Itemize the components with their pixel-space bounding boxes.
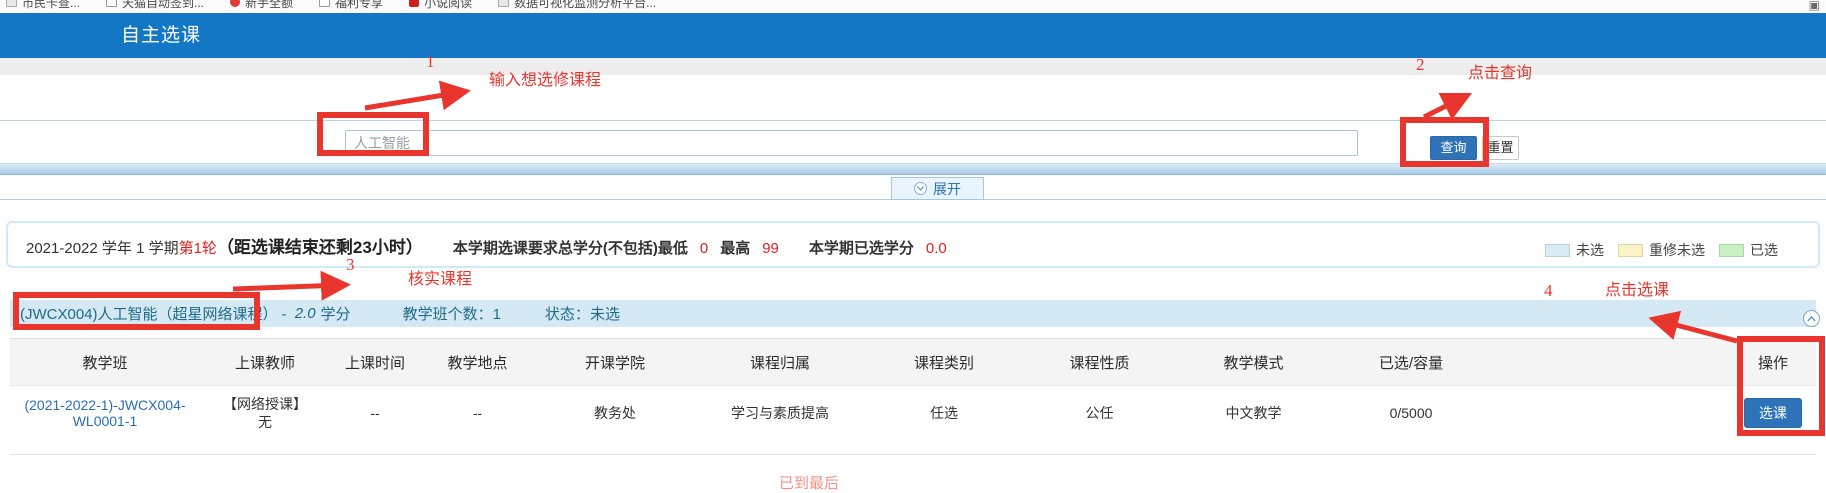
annotation-label-3: 核实课程 (408, 265, 472, 289)
course-search-input[interactable] (345, 130, 1358, 156)
selected-credit-label: 本学期已选学分 (809, 237, 914, 258)
annotation-arrow-3 (233, 285, 342, 289)
bookmark-item[interactable]: 天猫自动签到... (106, 0, 204, 11)
collapse-course-button[interactable] (1803, 310, 1820, 327)
course-status: 状态：未选 (545, 303, 620, 324)
bookmark-label: 市民卡查... (22, 0, 80, 11)
annotation-step-number-4: 4 (1544, 281, 1553, 301)
browser-bookmarks-bar: 市民卡查... 天猫自动签到... 新手全额 福利专享 小说阅读 数据可视化监测… (0, 0, 1826, 13)
page-icon (6, 0, 17, 7)
bookmark-label: 数据可视化监测分析平台... (514, 0, 656, 11)
folder-icon (319, 0, 330, 7)
header-course-category: 课程类别 (865, 339, 1023, 386)
annotation-label-4: 点击选课 (1605, 276, 1669, 300)
legend-swatch-selected (1719, 244, 1744, 257)
course-class-count: 教学班个数：1 (403, 303, 501, 324)
course-status-value: 未选 (590, 306, 620, 323)
page-icon (498, 0, 509, 7)
bookmark-item[interactable]: 小说阅读 (409, 0, 472, 11)
credit-requirement-label: 本学期选课要求总学分(不包括)最低 (453, 237, 688, 258)
course-status-label: 状态： (545, 306, 590, 323)
course-belong-cell: 学习与素质提高 (695, 386, 865, 441)
min-credit-value: 0 (700, 240, 708, 257)
table-row: (2021-2022-1)-JWCX004-WL0001-1 【网络授课】 无 … (10, 386, 1816, 441)
panel-footer-bar (0, 163, 1826, 175)
bookmark-label: 福利专享 (335, 0, 383, 11)
header-course-belong: 课程归属 (695, 339, 865, 386)
chevron-down-icon (914, 182, 927, 195)
course-credit-unit: 学分 (321, 303, 351, 324)
header-college: 开课学院 (535, 339, 695, 386)
header-teacher: 上课教师 (200, 339, 330, 386)
teaching-mode-cell: 中文教学 (1176, 386, 1331, 441)
bookmark-item[interactable]: 福利专享 (319, 0, 383, 11)
legend-label: 未选 (1576, 240, 1604, 260)
legend-item-retake: 重修未选 (1618, 240, 1705, 260)
legend-swatch-unselected (1545, 244, 1570, 257)
table-header-row: 教学班 上课教师 上课时间 教学地点 开课学院 课程归属 课程类别 课程性质 教… (10, 339, 1816, 386)
course-title: (JWCX004)人工智能（超星网络课程） - (20, 303, 287, 324)
browser-menu-icon[interactable]: ▣ (1809, 0, 1820, 12)
course-category-cell: 任选 (865, 386, 1023, 441)
expand-toggle[interactable]: 展开 (891, 177, 984, 200)
course-group-bar[interactable]: (JWCX004)人工智能（超星网络课程） - 2.0 学分 教学班个数：1 状… (10, 300, 1816, 327)
bookmark-item[interactable]: 新手全额 (230, 0, 293, 11)
reset-button[interactable]: 重置 (1482, 136, 1519, 160)
bookmark-label: 小说阅读 (424, 0, 472, 11)
course-credit-value: 2.0 (295, 305, 316, 322)
course-nature-cell: 公任 (1023, 386, 1176, 441)
class-code-link[interactable]: (2021-2022-1)-JWCX004-WL0001-1 (24, 397, 185, 429)
header-capacity: 已选/容量 (1331, 339, 1491, 386)
teaching-class-table: 教学班 上课教师 上课时间 教学地点 开课学院 课程归属 课程类别 课程性质 教… (10, 338, 1816, 440)
legend-label: 重修未选 (1649, 240, 1705, 260)
max-credit-label: 最高 (720, 237, 750, 258)
round-label: 第1轮 (179, 237, 217, 258)
end-of-list-text: 已到最后 (779, 472, 839, 493)
bookmark-item[interactable]: 数据可视化监测分析平台... (498, 0, 656, 11)
header-teaching-mode: 教学模式 (1176, 339, 1331, 386)
legend-item-selected: 已选 (1719, 240, 1778, 260)
bookmark-label: 天猫自动签到... (122, 0, 204, 11)
section-bottom-divider (10, 454, 1816, 455)
select-course-button[interactable]: 选课 (1744, 398, 1802, 428)
deadline-text: （距选课结束还剩23小时） (217, 233, 423, 258)
app-header (0, 13, 1826, 58)
query-button[interactable]: 查询 (1430, 136, 1477, 160)
legend-item-unselected: 未选 (1545, 240, 1604, 260)
location-cell: -- (420, 386, 535, 441)
header-course-nature: 课程性质 (1023, 339, 1176, 386)
status-legend: 未选 重修未选 已选 (1545, 240, 1778, 260)
header-action: 操作 (1730, 339, 1816, 386)
term-label: 2021-2022 学年 1 学期 (26, 237, 179, 258)
teacher-name: 无 (201, 413, 329, 431)
page-title: 自主选课 (121, 13, 201, 58)
class-count-value: 1 (493, 306, 501, 323)
class-time-cell: -- (330, 386, 420, 441)
bookmark-item[interactable]: 市民卡查... (6, 0, 80, 11)
legend-swatch-retake (1618, 244, 1643, 257)
header-spacer (1491, 339, 1730, 386)
header-location: 教学地点 (420, 339, 535, 386)
folder-icon (106, 0, 117, 7)
header-class-time: 上课时间 (330, 339, 420, 386)
selected-credit-value: 0.0 (926, 240, 947, 257)
red-badge-icon (409, 0, 419, 7)
class-count-label: 教学班个数： (403, 306, 493, 323)
bookmark-label: 新手全额 (245, 0, 293, 11)
college-cell: 教务处 (535, 386, 695, 441)
annotation-arrow-2 (1424, 97, 1464, 117)
expand-label: 展开 (933, 179, 961, 199)
header-sub-strip (0, 58, 1826, 75)
teacher-tag: 【网络授课】 (201, 395, 329, 413)
max-credit-value: 99 (762, 240, 779, 257)
legend-label: 已选 (1750, 240, 1778, 260)
header-teaching-class: 教学班 (10, 339, 200, 386)
spacer-cell (1491, 386, 1730, 441)
red-dot-icon (230, 0, 240, 7)
term-status-text: 2021-2022 学年 1 学期 第1轮 （距选课结束还剩23小时） 本学期选… (26, 233, 947, 258)
annotation-arrow-1 (365, 92, 462, 108)
capacity-cell: 0/5000 (1331, 386, 1491, 441)
